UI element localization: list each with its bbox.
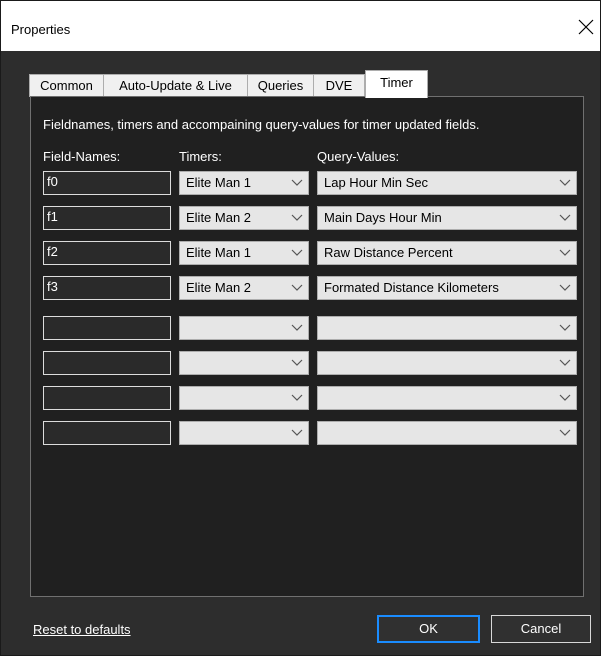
field-name-input[interactable]: f2 xyxy=(43,241,171,265)
timer-select[interactable]: Elite Man 1 xyxy=(179,241,309,265)
timer-select[interactable] xyxy=(179,316,309,340)
query-value-select[interactable]: Formated Distance Kilometers xyxy=(317,276,577,300)
field-name-input[interactable] xyxy=(43,421,171,445)
field-name-input[interactable] xyxy=(43,386,171,410)
tab-dve[interactable]: DVE xyxy=(313,74,365,97)
tab-timer[interactable]: Timer xyxy=(365,70,428,98)
timer-select-value: Elite Man 1 xyxy=(186,175,252,190)
timer-select[interactable] xyxy=(179,351,309,375)
query-value-select[interactable]: Main Days Hour Min xyxy=(317,206,577,230)
chevron-down-icon xyxy=(291,359,303,367)
chevron-down-icon xyxy=(291,249,303,257)
properties-dialog: Properties Common Auto-Update & Live Que… xyxy=(0,0,601,656)
chevron-down-icon xyxy=(559,359,571,367)
tab-queries[interactable]: Queries xyxy=(247,74,314,97)
chevron-down-icon xyxy=(559,214,571,222)
chevron-down-icon xyxy=(291,394,303,402)
query-value-select-value: Formated Distance Kilometers xyxy=(324,280,499,295)
query-value-select[interactable]: Raw Distance Percent xyxy=(317,241,577,265)
timer-select-value: Elite Man 1 xyxy=(186,245,252,260)
query-value-select-value: Raw Distance Percent xyxy=(324,245,453,260)
timer-panel: Fieldnames, timers and accompaining quer… xyxy=(30,96,584,597)
timers-header: Timers: xyxy=(179,149,222,164)
query-value-select[interactable]: Lap Hour Min Sec xyxy=(317,171,577,195)
chevron-down-icon xyxy=(559,324,571,332)
chevron-down-icon xyxy=(291,284,303,292)
chevron-down-icon xyxy=(559,284,571,292)
timer-select[interactable]: Elite Man 1 xyxy=(179,171,309,195)
field-name-input[interactable]: f3 xyxy=(43,276,171,300)
timer-select[interactable] xyxy=(179,386,309,410)
panel-description: Fieldnames, timers and accompaining quer… xyxy=(43,117,480,132)
query-value-select-value: Main Days Hour Min xyxy=(324,210,442,225)
field-name-input[interactable]: f0 xyxy=(43,171,171,195)
timer-select[interactable]: Elite Man 2 xyxy=(179,206,309,230)
query-value-select[interactable] xyxy=(317,351,577,375)
query-value-select[interactable] xyxy=(317,421,577,445)
chevron-down-icon xyxy=(291,429,303,437)
window-title: Properties xyxy=(11,22,71,37)
tab-auto-update-live[interactable]: Auto-Update & Live xyxy=(103,74,248,97)
close-icon[interactable] xyxy=(574,15,598,39)
chevron-down-icon xyxy=(291,324,303,332)
timer-select[interactable] xyxy=(179,421,309,445)
chevron-down-icon xyxy=(559,394,571,402)
query-values-header: Query-Values: xyxy=(317,149,400,164)
timer-select-value: Elite Man 2 xyxy=(186,210,252,225)
chevron-down-icon xyxy=(559,179,571,187)
field-name-input[interactable] xyxy=(43,351,171,375)
timer-select[interactable]: Elite Man 2 xyxy=(179,276,309,300)
query-value-select[interactable] xyxy=(317,386,577,410)
chevron-down-icon xyxy=(291,179,303,187)
cancel-button[interactable]: Cancel xyxy=(491,615,591,643)
title-bar: Properties xyxy=(1,1,600,51)
chevron-down-icon xyxy=(559,429,571,437)
field-name-input[interactable]: f1 xyxy=(43,206,171,230)
query-value-select-value: Lap Hour Min Sec xyxy=(324,175,429,190)
field-name-input[interactable] xyxy=(43,316,171,340)
ok-button[interactable]: OK xyxy=(377,615,480,643)
field-names-header: Field-Names: xyxy=(43,149,121,164)
tab-common[interactable]: Common xyxy=(29,74,104,97)
reset-to-defaults-link[interactable]: Reset to defaults xyxy=(33,622,131,637)
query-value-select[interactable] xyxy=(317,316,577,340)
chevron-down-icon xyxy=(559,249,571,257)
chevron-down-icon xyxy=(291,214,303,222)
timer-select-value: Elite Man 2 xyxy=(186,280,252,295)
